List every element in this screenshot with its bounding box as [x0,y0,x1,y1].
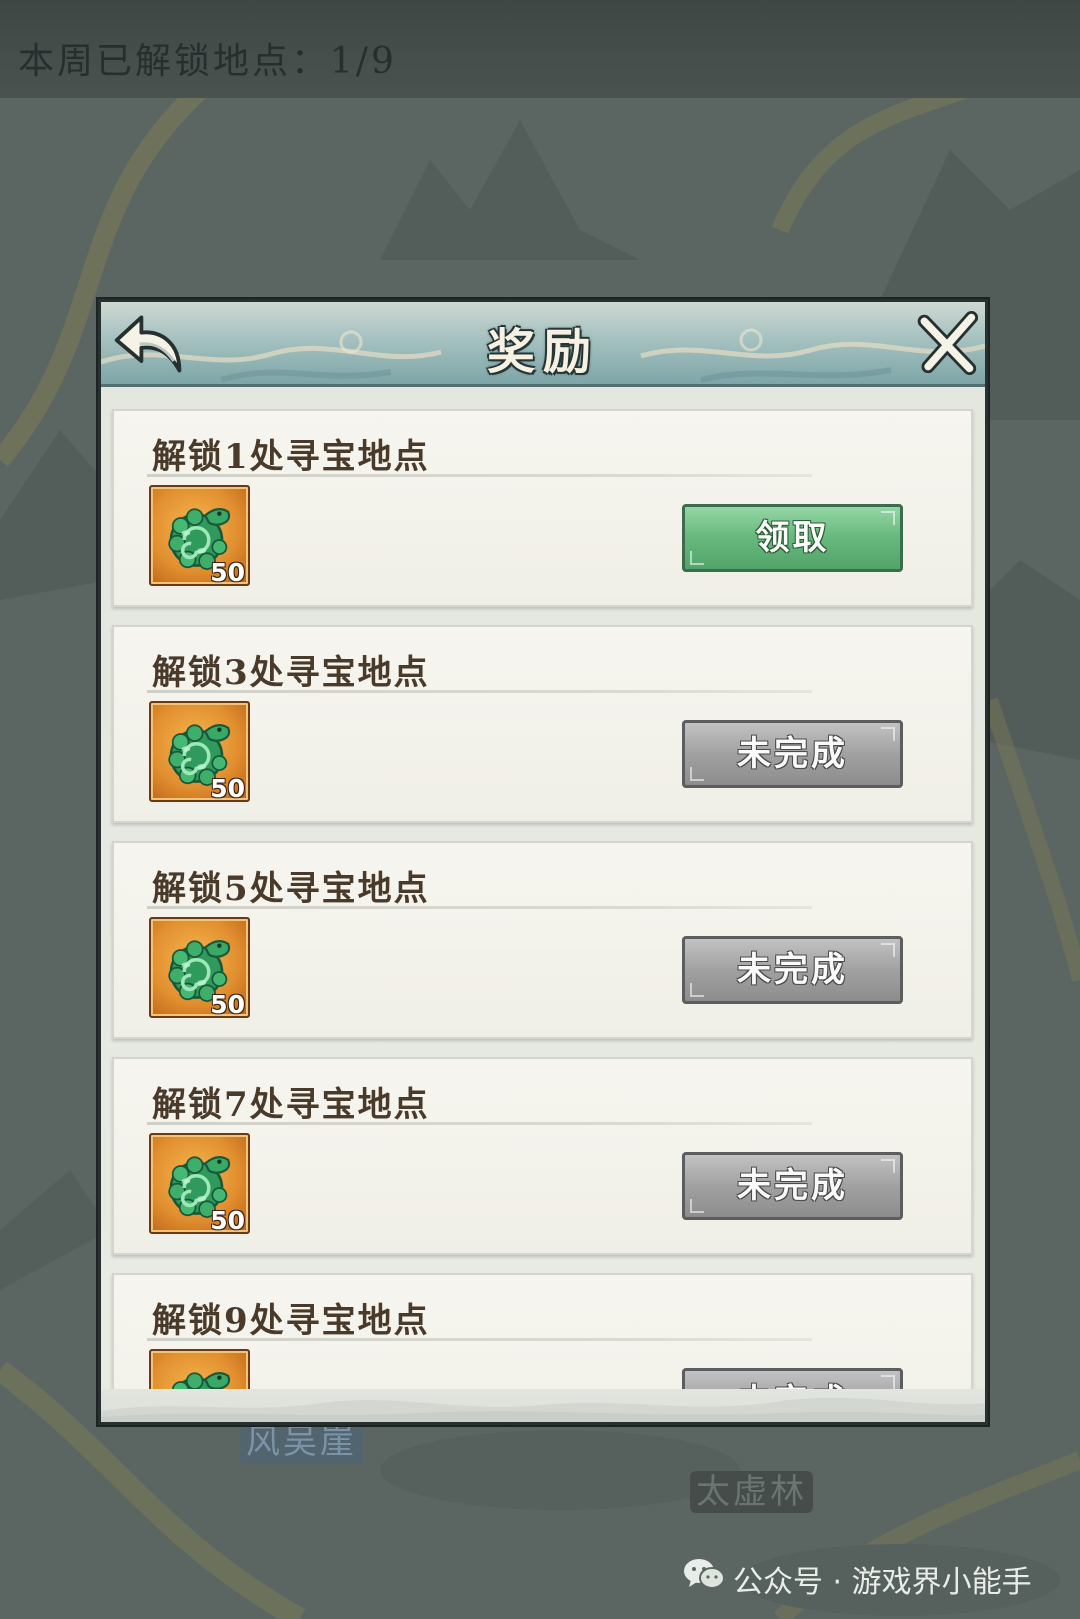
map-location-label[interactable]: 风吴崖 [240,1420,363,1464]
divider [147,1338,812,1341]
divider [147,474,812,477]
reward-list[interactable]: 解锁1处寻宝地点 50 领取 解锁3处寻宝地点 50 未完成 解锁5处寻宝地点 … [101,387,985,1389]
weekly-progress-bar: 本周已解锁地点：1/9 [0,0,1080,98]
reward-title: 解锁1处寻宝地点 [152,437,430,477]
wechat-icon [684,1559,725,1589]
incomplete-button[interactable]: 未完成 [682,1152,903,1220]
reward-item-slot[interactable]: 50 [149,485,250,587]
modal-header: 奖励 [101,302,985,387]
reward-title: 解锁3处寻宝地点 [152,653,430,693]
reward-title: 解锁7处寻宝地点 [152,1085,430,1125]
divider [147,906,812,909]
map-location-label[interactable]: 太虚林 [690,1471,813,1513]
reward-count: 50 [210,774,245,803]
rewards-modal: 奖励 解锁1处寻宝地点 50 领取 解锁3处寻宝地点 50 未完成 解锁5处寻宝… [98,299,988,1425]
reward-item-slot[interactable]: 50 [149,1133,250,1235]
reward-count: 50 [210,1206,245,1235]
incomplete-button[interactable]: 未完成 [682,936,903,1004]
incomplete-button[interactable]: 未完成 [682,1368,903,1389]
divider [147,690,812,693]
reward-row: 解锁5处寻宝地点 50 未完成 [112,841,973,1039]
claim-button[interactable]: 领取 [682,504,903,572]
reward-item-slot[interactable]: 50 [149,917,250,1019]
close-icon[interactable] [913,310,979,376]
mist-mountains [101,1397,985,1422]
jade-dragon-icon [156,1353,244,1389]
reward-row: 解锁7处寻宝地点 50 未完成 [112,1057,973,1255]
reward-title: 解锁9处寻宝地点 [152,1301,430,1341]
reward-item-slot[interactable] [149,1349,250,1389]
unlocked-count-label: 本周已解锁地点：1/9 [18,41,397,82]
reward-title: 解锁5处寻宝地点 [152,869,430,909]
reward-row: 解锁9处寻宝地点 未完成 [112,1273,973,1389]
incomplete-button[interactable]: 未完成 [682,720,903,788]
modal-bottom-decoration [101,1389,985,1422]
modal-title: 奖励 [486,324,599,380]
reward-count: 50 [210,558,245,587]
reward-row: 解锁1处寻宝地点 50 领取 [112,409,973,607]
divider [147,1122,812,1125]
reward-row: 解锁3处寻宝地点 50 未完成 [112,625,973,823]
reward-count: 50 [210,990,245,1019]
reward-item-slot[interactable]: 50 [149,701,250,803]
watermark-text: 公众号 · 游戏界小能手 [733,1565,1032,1600]
